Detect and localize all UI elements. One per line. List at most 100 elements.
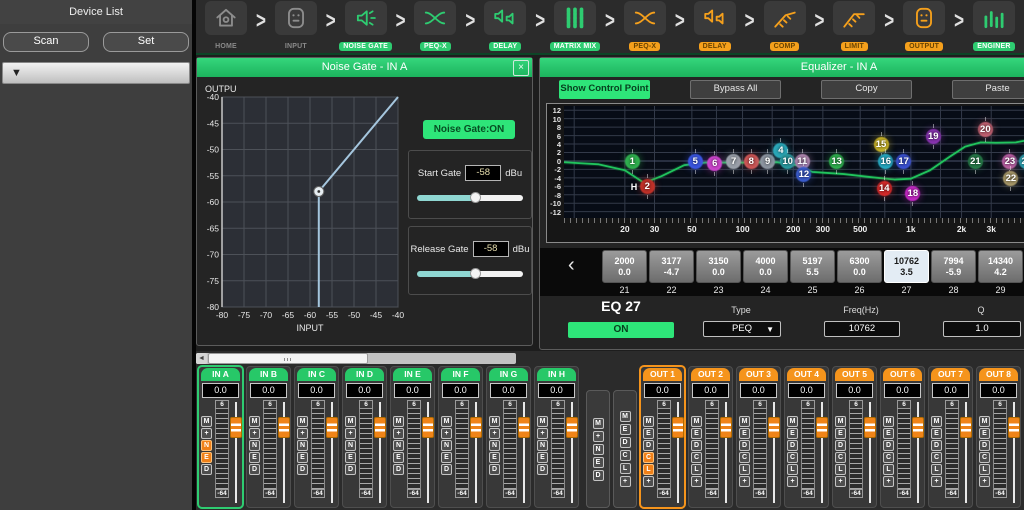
channel-button-c[interactable]: C bbox=[643, 452, 654, 463]
channel-button-+[interactable]: + bbox=[393, 428, 404, 439]
channel-label[interactable]: IN B bbox=[249, 368, 288, 381]
module-noise-gate[interactable]: NOISE GATE bbox=[338, 1, 394, 53]
channel-gain-value[interactable]: 0.0 bbox=[932, 383, 969, 398]
eq-band-on-button[interactable]: ON bbox=[568, 322, 674, 338]
output-master-button-d[interactable]: D bbox=[620, 437, 631, 448]
eq-point-19[interactable]: 19 bbox=[925, 128, 942, 145]
channel-button-c[interactable]: C bbox=[835, 452, 846, 463]
q-input[interactable]: 1.0 bbox=[943, 321, 1021, 337]
channel-button-e[interactable]: E bbox=[393, 452, 404, 463]
release-gate-slider[interactable] bbox=[417, 271, 523, 277]
eq-point-13[interactable]: 13 bbox=[828, 153, 845, 170]
channel-button-d[interactable]: D bbox=[441, 464, 452, 475]
fader-handle[interactable] bbox=[816, 417, 828, 438]
fader-handle[interactable] bbox=[672, 417, 684, 438]
channel-button-m[interactable]: M bbox=[201, 416, 212, 427]
channel-gain-value[interactable]: 0.0 bbox=[346, 383, 383, 398]
channel-gain-value[interactable]: 0.0 bbox=[490, 383, 527, 398]
channel-button-e[interactable]: E bbox=[249, 452, 260, 463]
eq-point-8[interactable]: 8 bbox=[743, 153, 760, 170]
channel-button-d[interactable]: D bbox=[297, 464, 308, 475]
channel-button-+[interactable]: + bbox=[249, 428, 260, 439]
module-peq-x[interactable]: PEQ-X bbox=[407, 1, 463, 53]
paste-button[interactable]: Paste bbox=[952, 80, 1024, 99]
channel-button-e[interactable]: E bbox=[931, 428, 942, 439]
channel-button-e[interactable]: E bbox=[643, 428, 654, 439]
channel-button-d[interactable]: D bbox=[345, 464, 356, 475]
channel-button-m[interactable]: M bbox=[489, 416, 500, 427]
band-cell-button[interactable]: 107623.5 bbox=[884, 250, 929, 283]
output-master-button-+[interactable]: + bbox=[620, 476, 631, 487]
channel-button-m[interactable]: M bbox=[345, 416, 356, 427]
channel-button-e[interactable]: E bbox=[739, 428, 750, 439]
channel-label[interactable]: IN H bbox=[537, 368, 576, 381]
channel-button-n[interactable]: N bbox=[345, 440, 356, 451]
channel-label[interactable]: OUT 8 bbox=[979, 368, 1018, 381]
channel-button-m[interactable]: M bbox=[297, 416, 308, 427]
band-cell-button[interactable]: 51975.5 bbox=[790, 250, 835, 283]
channel-button-+[interactable]: + bbox=[297, 428, 308, 439]
band-prev-arrow-icon[interactable]: ‹ bbox=[568, 254, 575, 277]
channel-label[interactable]: IN A bbox=[201, 368, 240, 381]
channel-button-+[interactable]: + bbox=[787, 476, 798, 487]
fader-handle[interactable] bbox=[720, 417, 732, 438]
fader-handle[interactable] bbox=[864, 417, 876, 438]
start-gate-slider[interactable] bbox=[417, 195, 523, 201]
channel-button-d[interactable]: D bbox=[883, 440, 894, 451]
channel-button-n[interactable]: N bbox=[249, 440, 260, 451]
channel-button-c[interactable]: C bbox=[931, 452, 942, 463]
channel-button-d[interactable]: D bbox=[931, 440, 942, 451]
channel-button-+[interactable]: + bbox=[979, 476, 990, 487]
fader-handle[interactable] bbox=[326, 417, 338, 438]
channel-button-n[interactable]: N bbox=[297, 440, 308, 451]
channel-gain-value[interactable]: 0.0 bbox=[980, 383, 1017, 398]
module-home[interactable]: HOME bbox=[198, 1, 254, 53]
channel-label[interactable]: IN C bbox=[297, 368, 336, 381]
fader-track[interactable] bbox=[422, 402, 435, 503]
channel-label[interactable]: OUT 6 bbox=[883, 368, 922, 381]
channel-button-+[interactable]: + bbox=[345, 428, 356, 439]
module-delay[interactable]: DELAY bbox=[477, 1, 533, 53]
eq-point-20[interactable]: 20 bbox=[977, 121, 994, 138]
channel-button-n[interactable]: N bbox=[393, 440, 404, 451]
channel-button-d[interactable]: D bbox=[393, 464, 404, 475]
channel-gain-value[interactable]: 0.0 bbox=[538, 383, 575, 398]
eq-plot[interactable]: 12H567894101112131514161718192120232224 bbox=[564, 106, 1024, 218]
channel-button-m[interactable]: M bbox=[393, 416, 404, 427]
channel-button-e[interactable]: E bbox=[835, 428, 846, 439]
fader-track[interactable] bbox=[864, 402, 877, 503]
channel-label[interactable]: OUT 1 bbox=[643, 368, 682, 381]
band-cell-button[interactable]: 40000.0 bbox=[743, 250, 788, 283]
start-gate-value[interactable]: -58 bbox=[465, 165, 501, 181]
noise-gate-power-button[interactable]: Noise Gate:ON bbox=[423, 120, 515, 139]
output-master-button-c[interactable]: C bbox=[620, 450, 631, 461]
channel-button-c[interactable]: C bbox=[739, 452, 750, 463]
channel-button-c[interactable]: C bbox=[691, 452, 702, 463]
type-dropdown[interactable]: PEQ ▼ bbox=[703, 321, 781, 337]
bypass-all-button[interactable]: Bypass All bbox=[690, 80, 781, 99]
channel-button-c[interactable]: C bbox=[787, 452, 798, 463]
channel-gain-value[interactable]: 0.0 bbox=[442, 383, 479, 398]
channel-button-d[interactable]: D bbox=[643, 440, 654, 451]
channel-button-n[interactable]: N bbox=[441, 440, 452, 451]
fader-track[interactable] bbox=[816, 402, 829, 503]
eq-point-15[interactable]: 15 bbox=[873, 136, 890, 153]
channel-button-c[interactable]: C bbox=[979, 452, 990, 463]
channel-button-e[interactable]: E bbox=[201, 452, 212, 463]
channel-button-l[interactable]: L bbox=[979, 464, 990, 475]
fader-track[interactable] bbox=[768, 402, 781, 503]
channel-button-+[interactable]: + bbox=[691, 476, 702, 487]
channel-button-d[interactable]: D bbox=[537, 464, 548, 475]
fader-track[interactable] bbox=[374, 402, 387, 503]
release-gate-value[interactable]: -58 bbox=[473, 241, 509, 257]
band-cell-button[interactable]: 63000.0 bbox=[837, 250, 882, 283]
channel-button-+[interactable]: + bbox=[739, 476, 750, 487]
channel-button-+[interactable]: + bbox=[931, 476, 942, 487]
horizontal-scrollbar[interactable]: ◄ bbox=[196, 353, 516, 364]
input-master-button-e[interactable]: E bbox=[593, 457, 604, 468]
fader-track[interactable] bbox=[470, 402, 483, 503]
eq-point-18[interactable]: 18 bbox=[904, 185, 921, 202]
channel-button-d[interactable]: D bbox=[489, 464, 500, 475]
channel-button-e[interactable]: E bbox=[691, 428, 702, 439]
channel-button-n[interactable]: N bbox=[201, 440, 212, 451]
